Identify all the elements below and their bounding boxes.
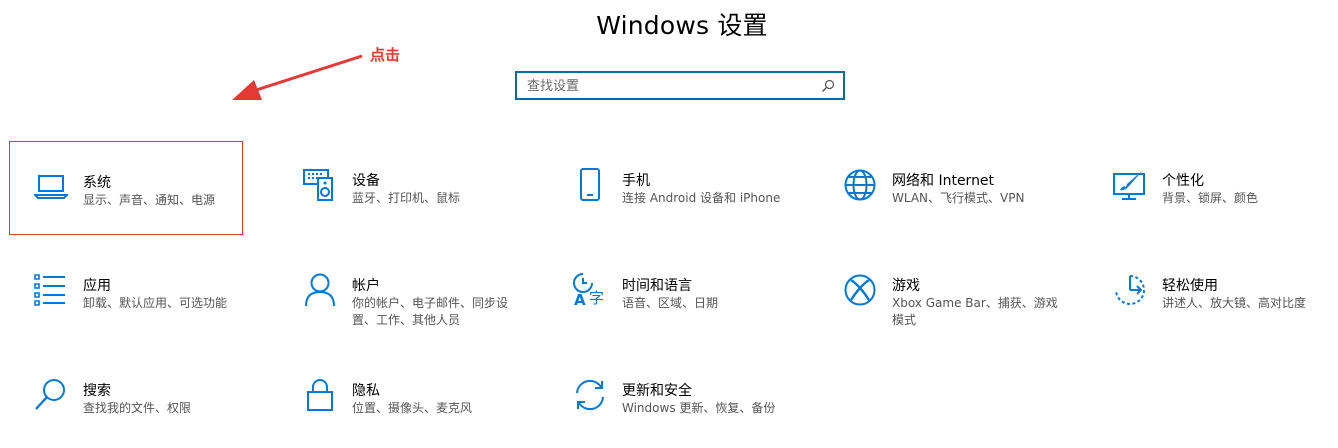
sync-icon xyxy=(573,378,607,412)
tile-devices[interactable]: 设备 蓝牙、打印机、鼠标 xyxy=(303,168,543,238)
tile-title: 帐户 xyxy=(352,278,380,294)
tile-description: 位置、摄像头、麦克风 xyxy=(352,401,473,415)
tile-title: 游戏 xyxy=(892,278,920,294)
annotation-arrow-icon xyxy=(232,54,363,100)
xbox-icon xyxy=(843,273,877,307)
tile-description: 显示、声音、通知、电源 xyxy=(83,193,216,207)
keyboard-speaker-icon xyxy=(303,168,337,202)
tile-title: 系统 xyxy=(83,175,111,191)
tile-title: 应用 xyxy=(83,278,111,294)
tile-update-security[interactable]: 更新和安全 Windows 更新、恢复、备份 xyxy=(573,378,813,448)
annotation-label: 点击 xyxy=(370,46,401,64)
tile-time-language[interactable]: A字 时间和语言 语音、区域、日期 xyxy=(573,273,813,343)
tile-search[interactable]: 搜索 查找我的文件、权限 xyxy=(34,378,274,448)
tile-title: 设备 xyxy=(352,173,380,189)
tile-apps[interactable]: 应用 卸载、默认应用、可选功能 xyxy=(34,273,274,343)
tile-description: Xbox Game Bar、捕获、游戏模式 xyxy=(892,296,1058,327)
tile-description: 蓝牙、打印机、鼠标 xyxy=(352,191,461,205)
apps-list-icon xyxy=(34,273,68,307)
lock-icon xyxy=(303,378,337,412)
tile-ease-of-access[interactable]: 轻松使用 讲述人、放大镜、高对比度 xyxy=(1113,273,1338,343)
tile-description: 查找我的文件、权限 xyxy=(83,401,192,415)
tile-title: 隐私 xyxy=(352,383,380,399)
tile-description: 语音、区域、日期 xyxy=(622,296,719,310)
tile-title: 手机 xyxy=(622,173,650,189)
tile-network[interactable]: 网络和 Internet WLAN、飞行模式、VPN xyxy=(843,168,1083,238)
svg-text:A: A xyxy=(574,291,586,307)
tile-system[interactable]: 系统 显示、声音、通知、电源 xyxy=(32,170,274,240)
tile-personalization[interactable]: 个性化 背景、锁屏、颜色 xyxy=(1113,168,1338,238)
paint-brush-icon xyxy=(1113,168,1147,202)
person-icon xyxy=(303,273,337,307)
tile-description: 你的帐户、电子邮件、同步设置、工作、其他人员 xyxy=(352,296,509,327)
search-box[interactable] xyxy=(515,71,845,100)
tile-phone[interactable]: 手机 连接 Android 设备和 iPhone xyxy=(573,168,813,238)
tile-description: 连接 Android 设备和 iPhone xyxy=(622,191,781,205)
tile-description: 背景、锁屏、颜色 xyxy=(1162,191,1259,205)
search-icon[interactable] xyxy=(821,79,835,93)
svg-text:字: 字 xyxy=(589,289,604,307)
search-icon xyxy=(34,378,68,412)
page-title: Windows 设置 xyxy=(596,11,768,40)
tile-description: 讲述人、放大镜、高对比度 xyxy=(1162,296,1307,310)
ease-of-access-icon xyxy=(1113,273,1147,307)
phone-icon xyxy=(573,168,607,202)
tile-accounts[interactable]: 帐户 你的帐户、电子邮件、同步设置、工作、其他人员 xyxy=(303,273,543,343)
tile-description: 卸载、默认应用、可选功能 xyxy=(83,296,228,310)
tile-title: 更新和安全 xyxy=(622,383,692,399)
globe-icon xyxy=(843,168,877,202)
tile-title: 搜索 xyxy=(83,383,111,399)
tile-gaming[interactable]: 游戏 Xbox Game Bar、捕获、游戏模式 xyxy=(843,273,1083,343)
time-language-icon: A字 xyxy=(573,273,607,309)
tile-privacy[interactable]: 隐私 位置、摄像头、麦克风 xyxy=(303,378,543,448)
tile-title: 时间和语言 xyxy=(622,278,692,294)
tile-title: 个性化 xyxy=(1162,173,1204,189)
tile-description: WLAN、飞行模式、VPN xyxy=(892,191,1025,205)
tile-description: Windows 更新、恢复、备份 xyxy=(622,401,776,415)
search-input[interactable] xyxy=(527,76,817,96)
tile-title: 网络和 Internet xyxy=(892,173,995,189)
tile-title: 轻松使用 xyxy=(1162,278,1218,294)
laptop-icon xyxy=(32,170,70,204)
